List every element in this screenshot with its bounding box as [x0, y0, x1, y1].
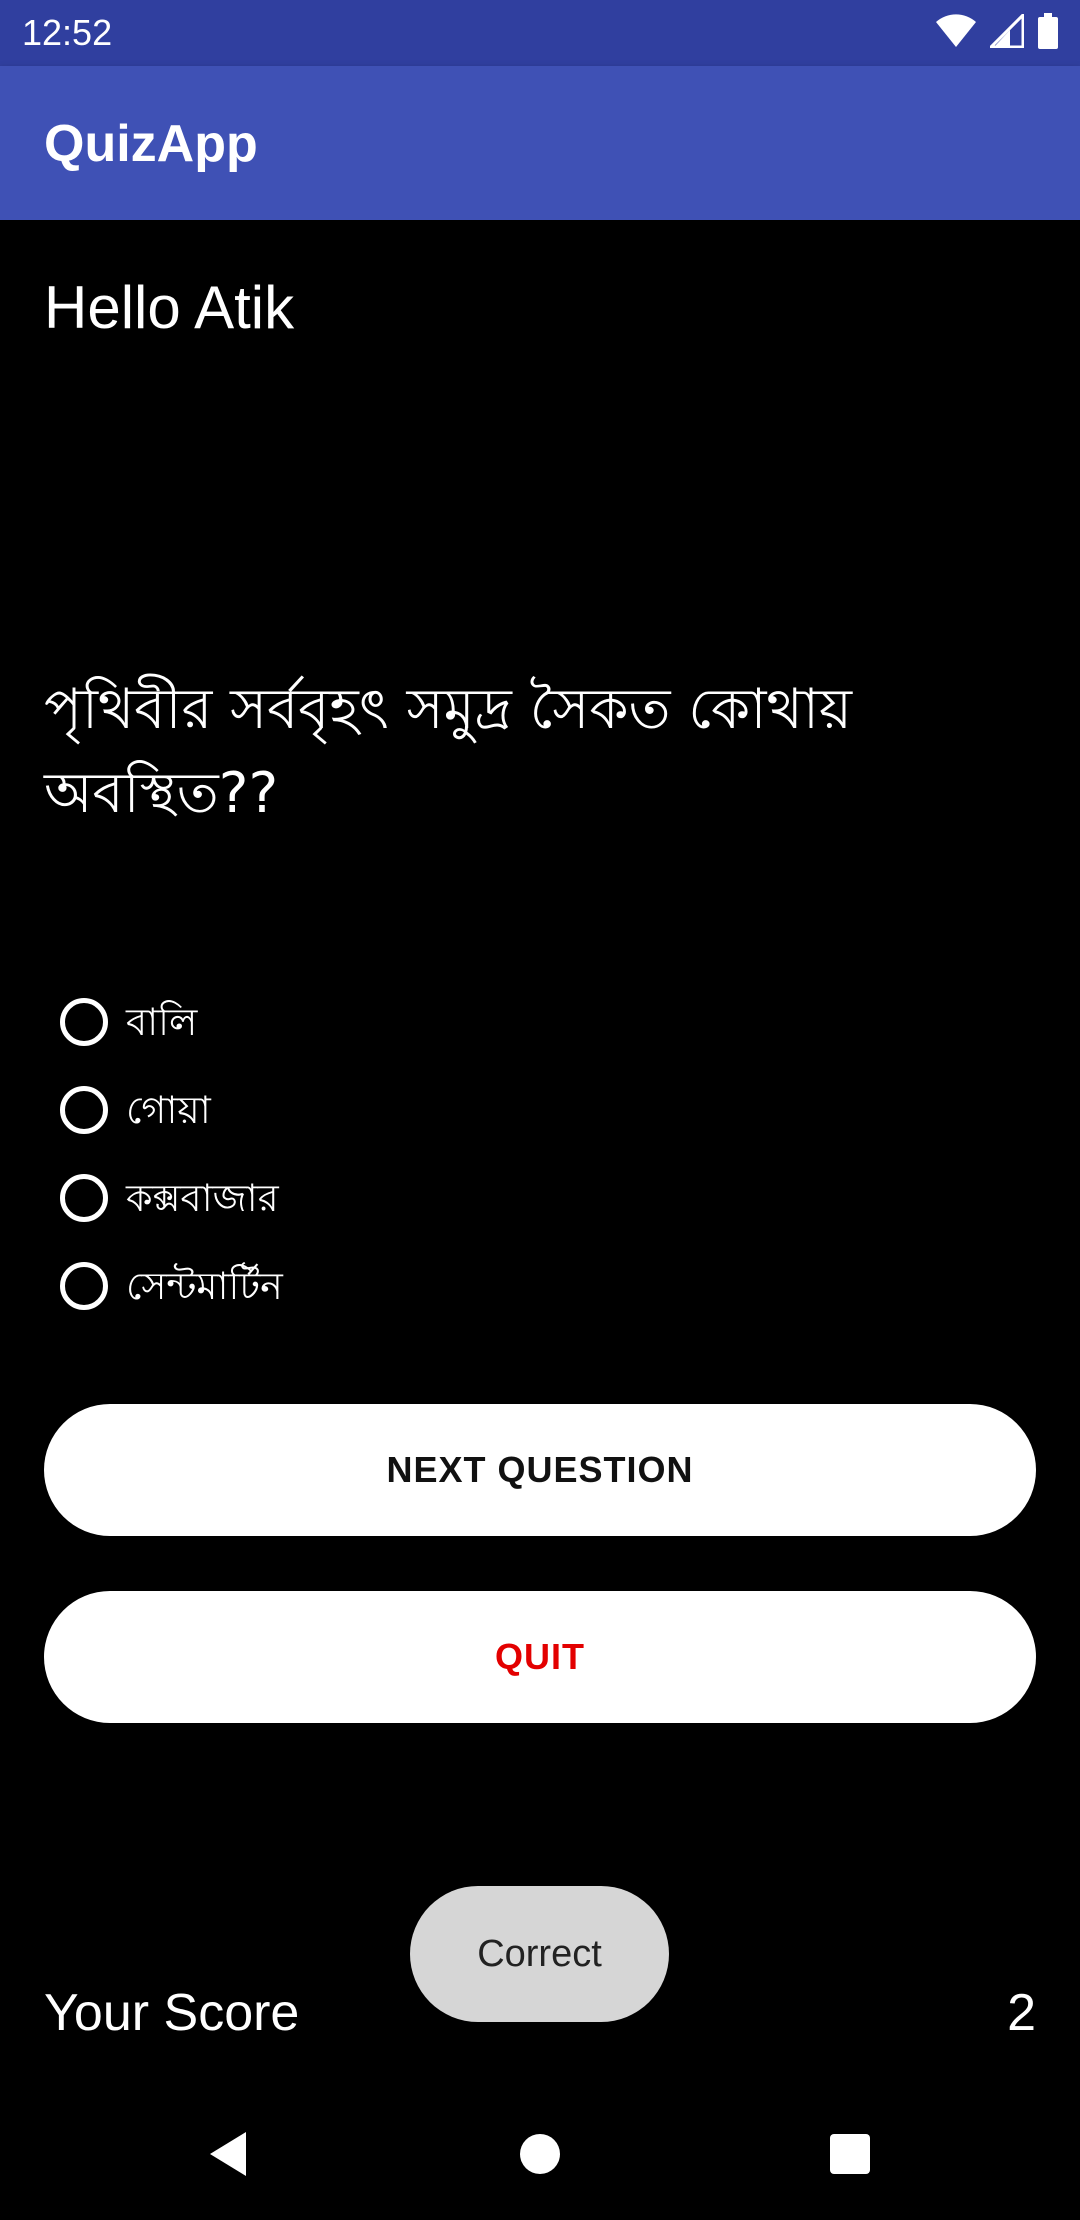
answer-option-label: কক্সবাজার: [126, 1176, 279, 1220]
greeting-text: Hello Atik: [44, 274, 295, 341]
answer-options: বালি গোয়া কক্সবাজার সেন্টমার্টিন: [56, 978, 956, 1330]
wifi-icon: [936, 14, 976, 52]
answer-option[interactable]: বালি: [56, 978, 956, 1066]
back-icon[interactable]: [192, 2118, 264, 2190]
score-value: 2: [1007, 1984, 1036, 2042]
status-time: 12:52: [22, 12, 113, 53]
answer-option[interactable]: গোয়া: [56, 1066, 956, 1154]
answer-option-label: বালি: [126, 1000, 198, 1044]
quit-button[interactable]: QUIT: [44, 1591, 1036, 1723]
radio-button[interactable]: [60, 1262, 108, 1310]
status-icons: [936, 11, 1058, 53]
toast-message: Correct: [410, 1886, 669, 2022]
navigation-bar: [0, 2088, 1080, 2220]
radio-button[interactable]: [60, 1174, 108, 1222]
recents-icon[interactable]: [814, 2118, 886, 2190]
radio-button[interactable]: [60, 1086, 108, 1134]
score-label: Your Score: [44, 1984, 300, 2042]
answer-option[interactable]: সেন্টমার্টিন: [56, 1242, 956, 1330]
app-title: QuizApp: [44, 115, 258, 173]
next-question-button[interactable]: NEXT QUESTION: [44, 1404, 1036, 1536]
app-bar: QuizApp: [0, 66, 1080, 220]
answer-option-label: সেন্টমার্টিন: [126, 1264, 283, 1308]
battery-icon: [1038, 13, 1058, 53]
question-text: পৃথিবীর সর্ববৃহৎ সমুদ্র সৈকত কোথায় অবস্…: [44, 677, 852, 826]
radio-button[interactable]: [60, 998, 108, 1046]
status-bar: 12:52: [0, 0, 1080, 66]
answer-option-label: গোয়া: [126, 1088, 211, 1132]
cellular-signal-icon: [987, 11, 1025, 52]
home-icon[interactable]: [504, 2118, 576, 2190]
quiz-screen: 12:52 QuizApp Hello Atik পৃথিবীর সর্ববৃহ…: [0, 0, 1080, 2220]
answer-option[interactable]: কক্সবাজার: [56, 1154, 956, 1242]
